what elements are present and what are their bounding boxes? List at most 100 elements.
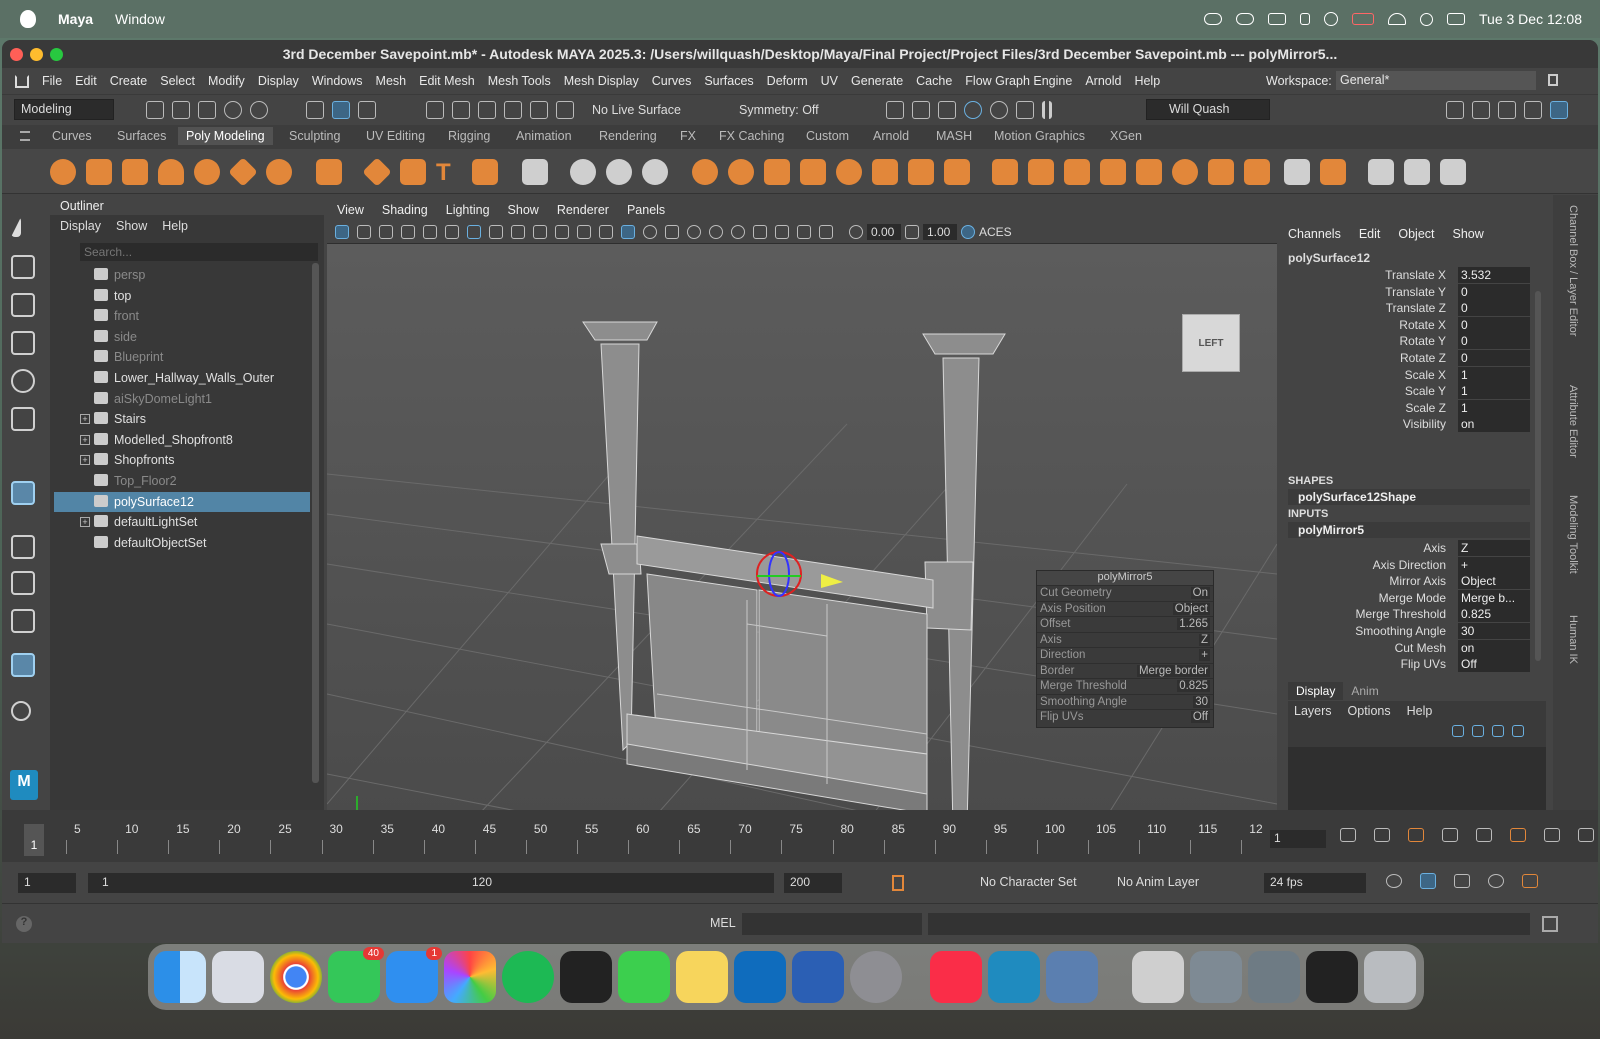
outliner-menu-help[interactable]: Help (162, 219, 188, 233)
poly-plane-icon[interactable] (228, 157, 258, 187)
side-tab-human-ik[interactable]: Human IK (1567, 615, 1579, 664)
channel-value[interactable]: 1 (1458, 399, 1530, 416)
channel-row[interactable]: Translate X 3.532 (1288, 267, 1530, 284)
channel-menu-edit[interactable]: Edit (1359, 227, 1381, 241)
current-frame-field[interactable]: 1 (1270, 830, 1326, 848)
isolate-select-icon[interactable] (775, 224, 789, 239)
step-back-key-icon[interactable] (1408, 828, 1424, 842)
snap-curve-icon[interactable] (452, 101, 470, 119)
menu-display[interactable]: Display (258, 74, 299, 88)
outliner-menu-show[interactable]: Show (116, 219, 147, 233)
viewport-menu-view[interactable]: View (337, 203, 364, 217)
polymirror-row[interactable]: Merge Threshold 0.825 (1037, 678, 1213, 694)
xray-joints-icon[interactable] (819, 224, 833, 239)
svg-tool-icon[interactable] (472, 159, 498, 185)
grease-pencil-icon[interactable] (445, 224, 459, 239)
new-scene-icon[interactable] (146, 101, 164, 119)
extrude-icon[interactable] (944, 159, 970, 185)
script-editor-icon[interactable] (1542, 916, 1558, 932)
layer-menu-layers[interactable]: Layers (1294, 704, 1332, 718)
platonic-solid-icon[interactable] (316, 159, 342, 185)
command-language[interactable]: MEL (710, 916, 736, 930)
recent-image-1-icon[interactable] (1190, 951, 1242, 1003)
two-view-icon[interactable] (11, 609, 35, 633)
expand-icon[interactable]: + (80, 414, 90, 425)
photos-icon[interactable] (444, 951, 496, 1003)
live-surface-label[interactable]: No Live Surface (592, 103, 681, 117)
reduce-icon[interactable] (872, 159, 898, 185)
anti-aliasing-icon[interactable] (753, 224, 767, 239)
snap-point-icon[interactable] (478, 101, 496, 119)
outliner-row[interactable]: + Shopfronts (54, 450, 310, 470)
scale-tool-icon[interactable] (11, 407, 35, 431)
channel-box-node[interactable]: polySurface12 (1288, 251, 1370, 265)
save-scene-icon[interactable] (198, 101, 216, 119)
polymirror-value[interactable]: 0.825 (1177, 680, 1210, 692)
menu-mesh[interactable]: Mesh (376, 74, 407, 88)
render-view-icon[interactable] (990, 101, 1008, 119)
viewport-menu-show[interactable]: Show (508, 203, 539, 217)
ambient-occlusion-icon[interactable] (731, 224, 745, 239)
shelf-tab-uv-editing[interactable]: UV Editing (366, 129, 425, 143)
select-tool-icon[interactable] (11, 217, 21, 237)
channel-row[interactable]: Smoothing Angle 30 (1288, 623, 1530, 640)
step-forward-key-icon[interactable] (1510, 828, 1526, 842)
range-inner-end[interactable]: 120 (472, 875, 492, 889)
help-icon[interactable]: ? (16, 916, 32, 932)
poly-torus-icon[interactable] (194, 159, 220, 185)
outliner-scrollbar[interactable] (312, 263, 319, 783)
shelf-tab-rigging[interactable]: Rigging (448, 129, 490, 143)
menu-curves[interactable]: Curves (652, 74, 692, 88)
time-slider[interactable]: 5 10 15 20 25 30 35 40 45 50 55 60 65 70 75 80 85 90 95 100… (2, 810, 1598, 862)
outliner-row[interactable]: defaultObjectSet (54, 533, 310, 553)
system-settings-icon[interactable] (850, 951, 902, 1003)
recent-image-2-icon[interactable] (1248, 951, 1300, 1003)
poly-disc-icon[interactable] (266, 159, 292, 185)
combine-icon[interactable] (570, 159, 596, 185)
menu-surfaces[interactable]: Surfaces (704, 74, 753, 88)
scene-end-field[interactable]: 200 (784, 873, 842, 893)
music-icon[interactable] (930, 951, 982, 1003)
channel-row[interactable]: Cut Mesh on (1288, 639, 1530, 657)
menu-mesh-display[interactable]: Mesh Display (564, 74, 639, 88)
rotate-tool-icon[interactable] (11, 369, 35, 393)
snap-surface-icon[interactable] (530, 101, 548, 119)
play-icon[interactable] (1324, 12, 1338, 26)
menu-file[interactable]: File (42, 74, 62, 88)
close-button[interactable] (10, 48, 23, 61)
bookmark-icon[interactable] (379, 224, 393, 239)
cloud-icon[interactable] (1204, 13, 1222, 25)
channel-row[interactable]: Translate Y 0 (1288, 283, 1530, 301)
channel-value[interactable]: on (1458, 639, 1530, 656)
color-management-icon[interactable] (961, 224, 975, 239)
outliner-row[interactable]: front (54, 306, 310, 326)
smooth-shade-icon[interactable] (621, 224, 635, 239)
fill-hole-icon[interactable] (836, 159, 862, 185)
arnold-render-icon[interactable] (1016, 101, 1034, 119)
play-forwards-icon[interactable] (1476, 828, 1492, 842)
range-inner-start[interactable]: 1 (102, 875, 109, 889)
channel-row[interactable]: Rotate Z 0 (1288, 350, 1530, 367)
shelf-tab-custom[interactable]: Custom (806, 129, 849, 143)
unity-icon[interactable] (560, 951, 612, 1003)
move-layer-down-icon[interactable] (1472, 725, 1484, 737)
go-to-end-icon[interactable] (1578, 828, 1594, 842)
shelf-tab-poly-modeling[interactable]: Poly Modeling (178, 127, 273, 145)
shelf-tab-animation[interactable]: Animation (516, 129, 572, 143)
go-to-start-icon[interactable] (1340, 828, 1356, 842)
menu-windows[interactable]: Windows (312, 74, 363, 88)
modeling-toolkit-icon[interactable] (1446, 101, 1464, 119)
polymirror-value[interactable]: 1.265 (1177, 618, 1210, 630)
channel-row[interactable]: Rotate X 0 (1288, 316, 1530, 334)
run-icon[interactable] (1522, 874, 1538, 888)
channel-row[interactable]: Scale Y 1 (1288, 383, 1530, 400)
mirror-icon[interactable] (728, 159, 754, 185)
resolution-gate-icon[interactable] (511, 224, 525, 239)
gamma-icon[interactable] (905, 224, 919, 239)
separate-icon[interactable] (606, 159, 632, 185)
search-icon[interactable] (1420, 12, 1433, 26)
scene-start-field[interactable]: 1 (18, 873, 76, 893)
polymirror-row[interactable]: Smoothing Angle 30 (1037, 693, 1213, 710)
color-space-label[interactable]: ACES (979, 225, 1012, 239)
attribute-editor-icon[interactable] (1472, 101, 1490, 119)
